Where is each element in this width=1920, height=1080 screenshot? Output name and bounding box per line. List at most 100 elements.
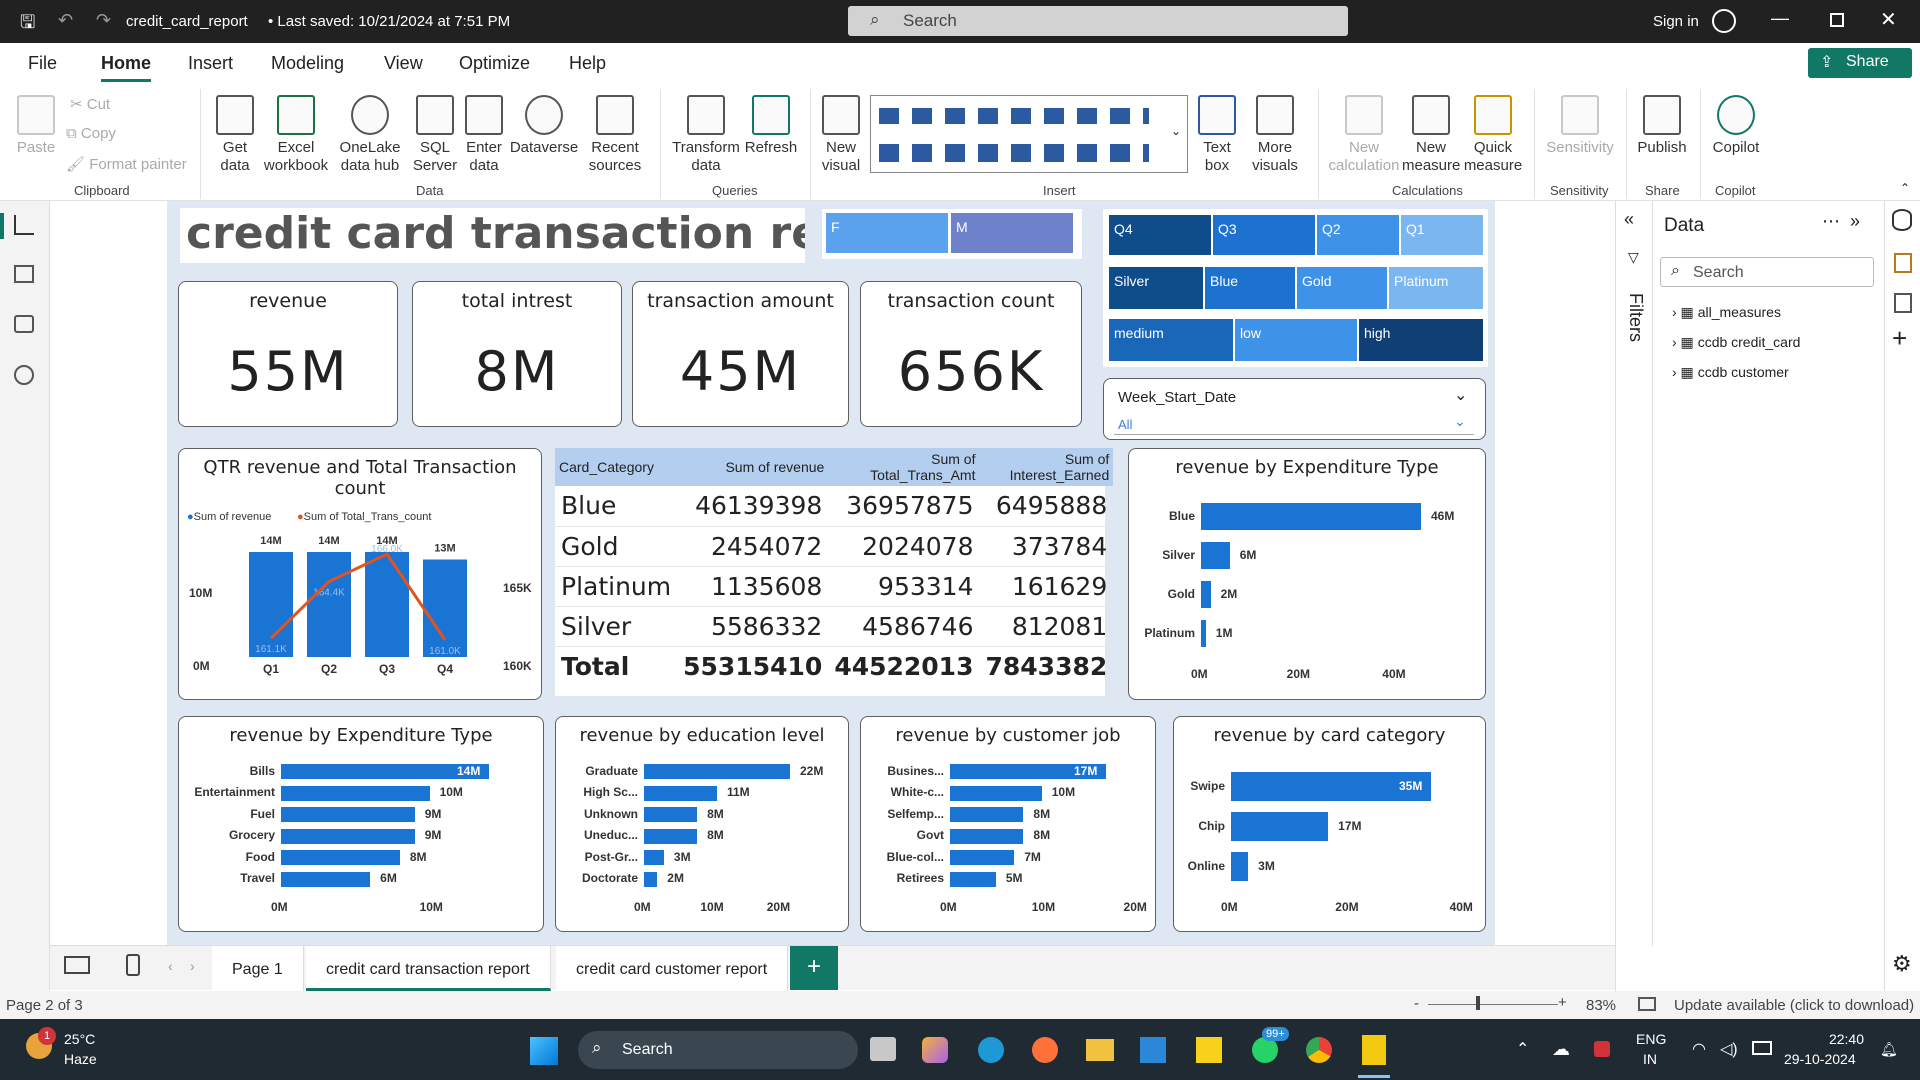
bar[interactable] (950, 871, 996, 887)
language-code[interactable]: ENG (1636, 1031, 1666, 1047)
column-header[interactable]: Card_Category (555, 448, 678, 486)
slicer-gender-m[interactable]: M (951, 213, 1075, 253)
bar[interactable] (281, 871, 371, 887)
bar[interactable] (644, 871, 658, 887)
add-pane-icon[interactable]: + (1892, 323, 1907, 354)
zoom-thumb[interactable] (1476, 996, 1480, 1010)
file-explorer-icon[interactable] (1086, 1039, 1114, 1061)
slicer-high[interactable]: high (1359, 319, 1485, 361)
recent-sources-button[interactable]: Recent sources (584, 95, 646, 175)
tab-optimize[interactable]: Optimize (459, 53, 530, 74)
dataverse-button[interactable]: Dataverse (508, 95, 580, 157)
bar[interactable] (1231, 812, 1329, 841)
column-header[interactable]: Sum of Interest_Earned (979, 448, 1114, 486)
powerbi-icon[interactable] (1362, 1035, 1386, 1065)
column-header[interactable]: Sum of Total_Trans_Amt (828, 448, 980, 486)
table-view-icon[interactable] (14, 265, 34, 283)
chart-expenditure-top[interactable]: revenue by Expenditure Type Blue 46M Silver… (1128, 448, 1486, 700)
data-item-credit-card[interactable]: › ▦ ccdb credit_card (1672, 334, 1800, 351)
desktop-layout-icon[interactable] (64, 956, 90, 974)
copilot-button[interactable]: Copilot (1706, 95, 1766, 157)
visual-gallery[interactable]: ⌄ (870, 95, 1188, 173)
slicer-q4[interactable]: Q4 (1109, 215, 1213, 255)
kpi-transaction-count[interactable]: transaction count 656K (860, 281, 1082, 427)
tab-modeling[interactable]: Modeling (271, 53, 344, 74)
slicer-low[interactable]: low (1235, 319, 1359, 361)
slicer-q2[interactable]: Q2 (1317, 215, 1401, 255)
bar[interactable] (644, 828, 698, 844)
wifi-icon[interactable]: ◠ (1692, 1039, 1706, 1059)
bar[interactable] (644, 850, 664, 865)
category-table[interactable]: Card_Category Sum of revenue Sum of Tota… (555, 448, 1114, 696)
sensitivity-button[interactable]: Sensitivity (1540, 95, 1620, 157)
bar[interactable] (1201, 503, 1421, 530)
filters-tab[interactable]: Filters (1625, 293, 1646, 342)
last-saved[interactable]: • Last saved: 10/21/2024 at 7:51 PM (268, 13, 510, 30)
bar[interactable] (281, 807, 415, 822)
text-box-button[interactable]: Text box (1194, 95, 1240, 175)
notification-bell-icon[interactable]: 🔔︎ (1880, 1041, 1898, 1058)
clock-time[interactable]: 22:40 (1792, 1031, 1864, 1047)
sticky-notes-icon[interactable] (1196, 1037, 1222, 1063)
bar[interactable] (950, 807, 1024, 822)
tab-customer-report[interactable]: credit card customer report (556, 946, 789, 991)
slicer-gender-f[interactable]: F (826, 213, 950, 253)
bar[interactable] (281, 828, 415, 844)
edge-icon[interactable] (978, 1037, 1004, 1063)
bar[interactable] (950, 850, 1015, 865)
save-icon[interactable]: 🖫 (20, 10, 35, 40)
prev-page-icon[interactable]: ‹ (168, 958, 173, 974)
next-page-icon[interactable]: › (190, 958, 195, 974)
tab-page-1[interactable]: Page 1 (212, 946, 304, 991)
copilot-app-icon[interactable] (922, 1037, 948, 1063)
zoom-in-icon[interactable]: + (1558, 994, 1567, 1011)
slicer-medium[interactable]: medium (1109, 319, 1235, 361)
slicer-blue[interactable]: Blue (1205, 267, 1297, 309)
chart-education[interactable]: revenue by education level Graduate 22M Hig… (555, 716, 849, 932)
sign-in[interactable]: Sign in (1653, 13, 1699, 30)
chart-card-category[interactable]: revenue by card category Swipe 35M Chip 17M O… (1173, 716, 1486, 932)
windows-start-icon[interactable] (530, 1037, 558, 1065)
new-measure-button[interactable]: New measure (1402, 95, 1460, 175)
fit-page-icon[interactable] (1638, 997, 1656, 1011)
settings-icon[interactable]: ⚙ (1892, 951, 1912, 977)
data-item-measures[interactable]: › ▦ all_measures (1672, 304, 1781, 321)
refresh-button[interactable]: Refresh (744, 95, 798, 157)
week-dropdown[interactable]: All ⌄ (1114, 413, 1474, 435)
cut-button[interactable]: ✂ Cut (70, 95, 110, 113)
excel-button[interactable]: Excel workbook (262, 95, 330, 175)
chart-expenditure[interactable]: revenue by Expenditure Type Bills 14M Enter… (178, 716, 544, 932)
chrome-icon[interactable] (1306, 1037, 1332, 1063)
bar[interactable] (644, 807, 698, 822)
taskbar-search[interactable]: ⌕ Search (578, 1031, 858, 1069)
minimize-icon[interactable]: — (1771, 8, 1789, 29)
zoom-out-icon[interactable]: - (1414, 995, 1419, 1012)
bar[interactable] (1201, 581, 1211, 608)
undo-icon[interactable]: ↶ (58, 10, 73, 31)
slicer-q1[interactable]: Q1 (1401, 215, 1485, 255)
zoom-slider[interactable] (1428, 1004, 1558, 1005)
expand-pane-icon[interactable]: » (1850, 211, 1860, 232)
format-icon[interactable] (1894, 253, 1912, 273)
data-item-customer[interactable]: › ▦ ccdb customer (1672, 364, 1789, 381)
onedrive-icon[interactable]: ☁ (1552, 1039, 1570, 1060)
new-visual-button[interactable]: New visual (816, 95, 866, 175)
bar[interactable] (644, 764, 790, 779)
slicer-silver[interactable]: Silver (1109, 267, 1205, 309)
tab-help[interactable]: Help (569, 53, 606, 74)
share-button[interactable]: ⇪ Share (1808, 48, 1912, 78)
new-calculation-button[interactable]: New calculation (1326, 95, 1402, 175)
slicer-platinum[interactable]: Platinum (1389, 267, 1485, 309)
close-icon[interactable]: ✕ (1880, 7, 1897, 32)
kpi-transaction-amount[interactable]: transaction amount 45M (632, 281, 849, 427)
bar[interactable] (950, 828, 1024, 844)
transform-button[interactable]: Transform data (668, 95, 744, 175)
task-view-icon[interactable] (870, 1037, 896, 1061)
bar[interactable] (281, 785, 430, 801)
chart-job[interactable]: revenue by customer job Busines... 17M Whit… (860, 716, 1156, 932)
chevron-down-icon[interactable]: ⌄ (1454, 385, 1467, 405)
redo-icon[interactable]: ↷ (96, 10, 111, 31)
slicer-gold[interactable]: Gold (1297, 267, 1389, 309)
volume-icon[interactable]: ◁) (1720, 1039, 1738, 1059)
search-box[interactable]: ⌕ Search (848, 6, 1348, 36)
